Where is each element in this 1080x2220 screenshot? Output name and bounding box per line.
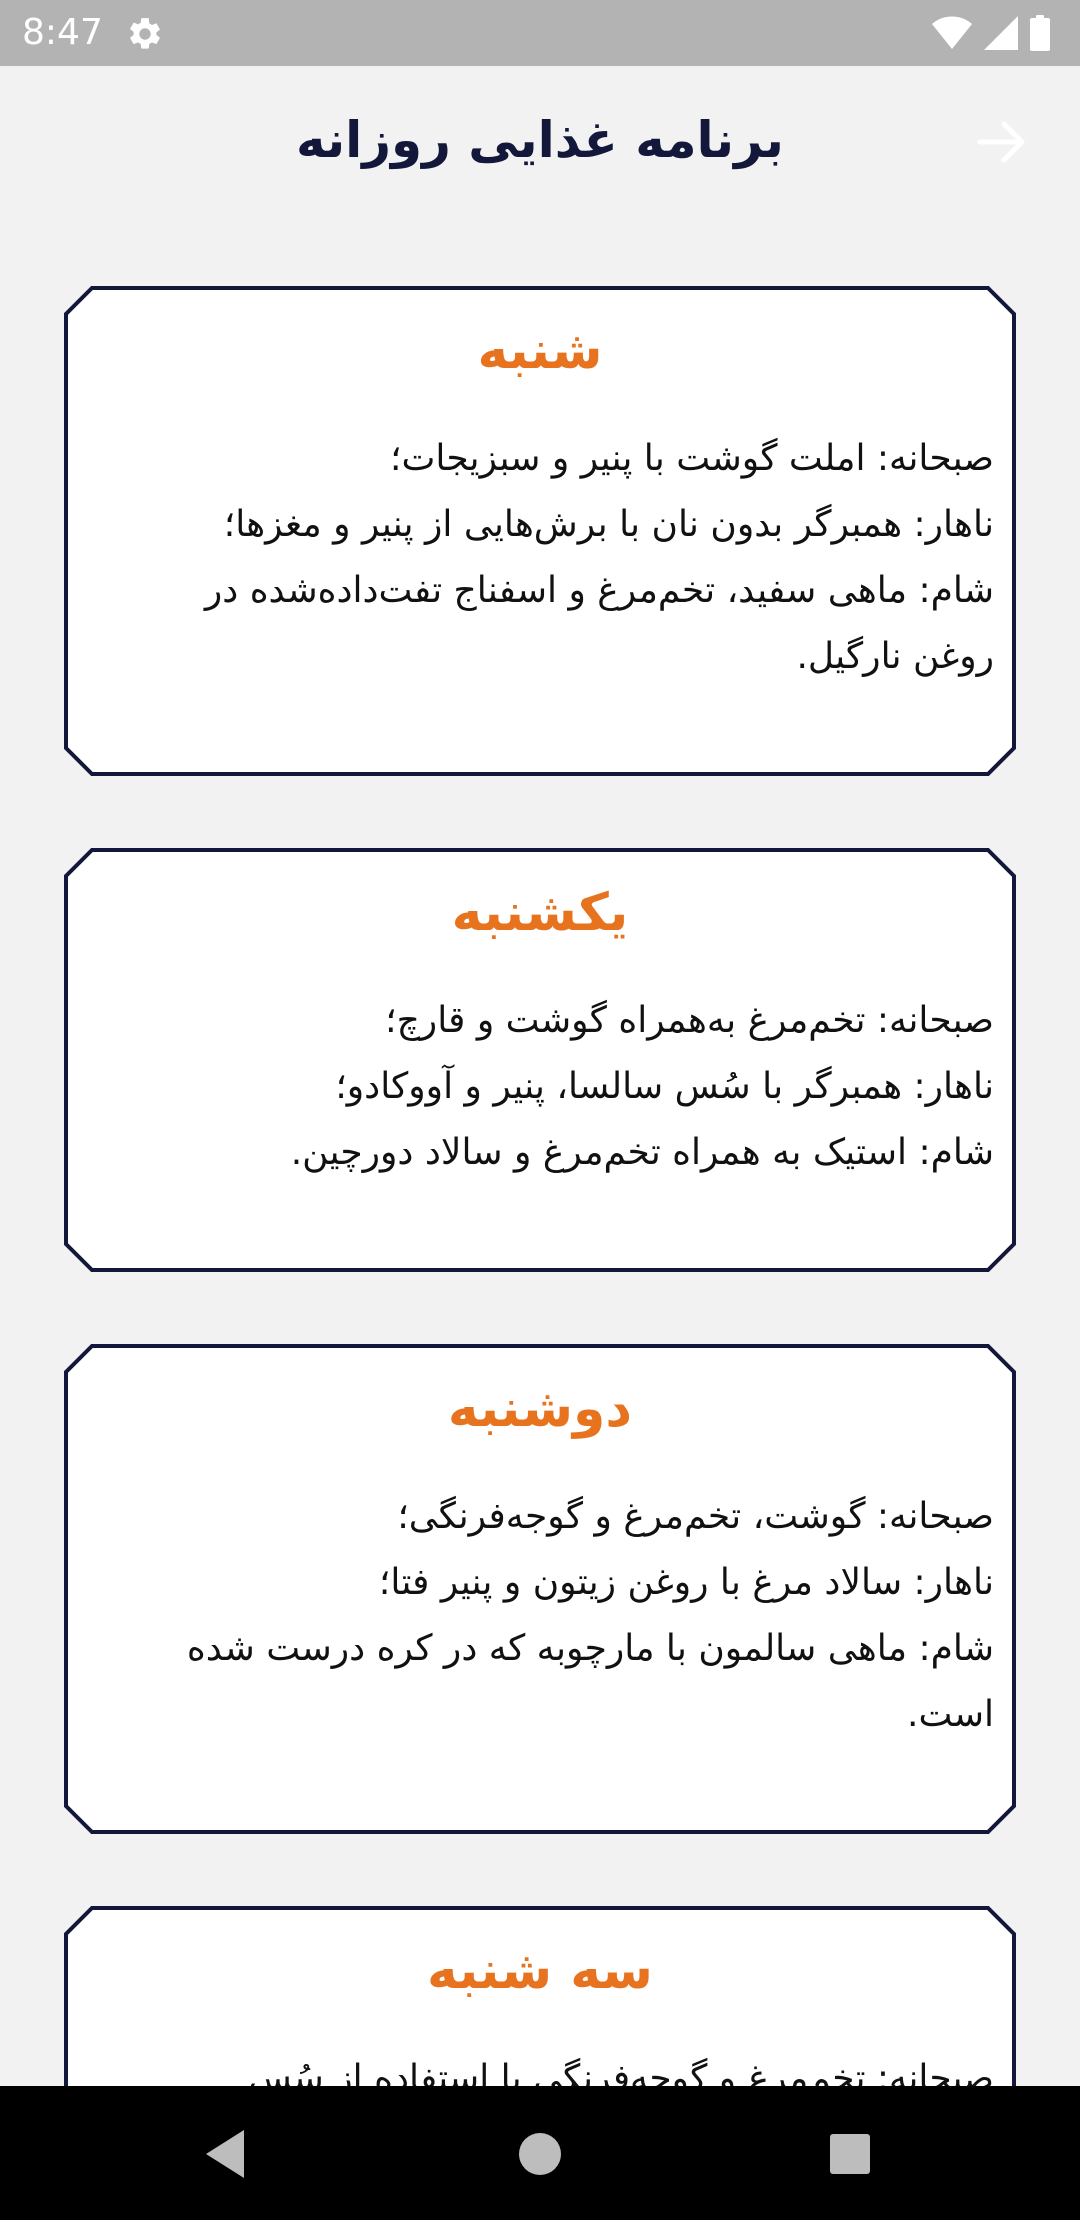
meal-line: شام: ماهی سالمون با مارچوبه که در کره در… bbox=[186, 1628, 994, 1669]
day-card: یکشنبه صبحانه: تخم‌مرغ به‌همراه گوشت و ق… bbox=[64, 848, 1016, 1272]
gear-icon bbox=[130, 18, 160, 49]
meal-line: صبحانه: تخم‌مرغ و گوجه‌فرنگی با استفاده … bbox=[247, 2058, 994, 2086]
day-title: یکشنبه bbox=[451, 883, 629, 943]
meal-line: صبحانه: گوشت، تخم‌مرغ و گوجه‌فرنگی؛ bbox=[397, 1496, 994, 1537]
meal-line: روغن نارگیل. bbox=[796, 636, 994, 677]
meal-line: ناهار: همبرگر با سُس سالسا، پنیر و آووکا… bbox=[335, 1066, 994, 1107]
home-circle-icon[interactable] bbox=[508, 2122, 572, 2186]
meal-line: ناهار: همبرگر بدون نان با برش‌هایی از پن… bbox=[223, 504, 994, 545]
battery-icon bbox=[1030, 15, 1050, 51]
meal-line: ناهار: سالاد مرغ با روغن زیتون و پنیر فت… bbox=[378, 1562, 994, 1603]
meal-line: شام: ماهی سفید، تخم‌مرغ و اسفناج تفت‌داد… bbox=[204, 570, 994, 611]
meal-text: صبحانه: تخم‌مرغ به‌همراه گوشت و قارچ؛ نا… bbox=[124, 988, 994, 1186]
wifi-icon bbox=[932, 16, 972, 49]
navigation-bar bbox=[0, 2086, 1080, 2220]
meal-text: صبحانه: املت گوشت با پنیر و سبزیجات؛ ناه… bbox=[124, 426, 994, 690]
meal-line: شام: استیک به همراه تخم‌مرغ و سالاد دورچ… bbox=[290, 1132, 994, 1173]
meal-text: صبحانه: گوشت، تخم‌مرغ و گوجه‌فرنگی؛ ناها… bbox=[124, 1484, 994, 1748]
recents-square-icon[interactable] bbox=[818, 2122, 882, 2186]
day-title: سه شنبه bbox=[427, 1941, 653, 2001]
meal-text: صبحانه: تخم‌مرغ و گوجه‌فرنگی با استفاده … bbox=[124, 2046, 994, 2086]
day-card: سه شنبه صبحانه: تخم‌مرغ و گوجه‌فرنگی با … bbox=[64, 1906, 1016, 2086]
day-card: شنبه صبحانه: املت گوشت با پنیر و سبزیجات… bbox=[64, 286, 1016, 776]
back-triangle-icon[interactable] bbox=[194, 2122, 258, 2186]
meal-line: صبحانه: املت گوشت با پنیر و سبزیجات؛ bbox=[390, 438, 994, 479]
status-time: 8:47 bbox=[22, 12, 103, 53]
status-bar: 8:47 bbox=[0, 0, 1080, 66]
day-title: شنبه bbox=[477, 321, 603, 381]
meal-line: صبحانه: تخم‌مرغ به‌همراه گوشت و قارچ؛ bbox=[385, 1000, 994, 1041]
meal-plan-list[interactable]: شنبه صبحانه: املت گوشت با پنیر و سبزیجات… bbox=[0, 66, 1080, 2086]
meal-line: است. bbox=[907, 1694, 994, 1735]
day-card: دوشنبه صبحانه: گوشت، تخم‌مرغ و گوجه‌فرنگ… bbox=[64, 1344, 1016, 1834]
status-icons bbox=[932, 15, 1050, 51]
day-title: دوشنبه bbox=[447, 1379, 633, 1439]
cellular-signal-icon bbox=[984, 16, 1018, 50]
